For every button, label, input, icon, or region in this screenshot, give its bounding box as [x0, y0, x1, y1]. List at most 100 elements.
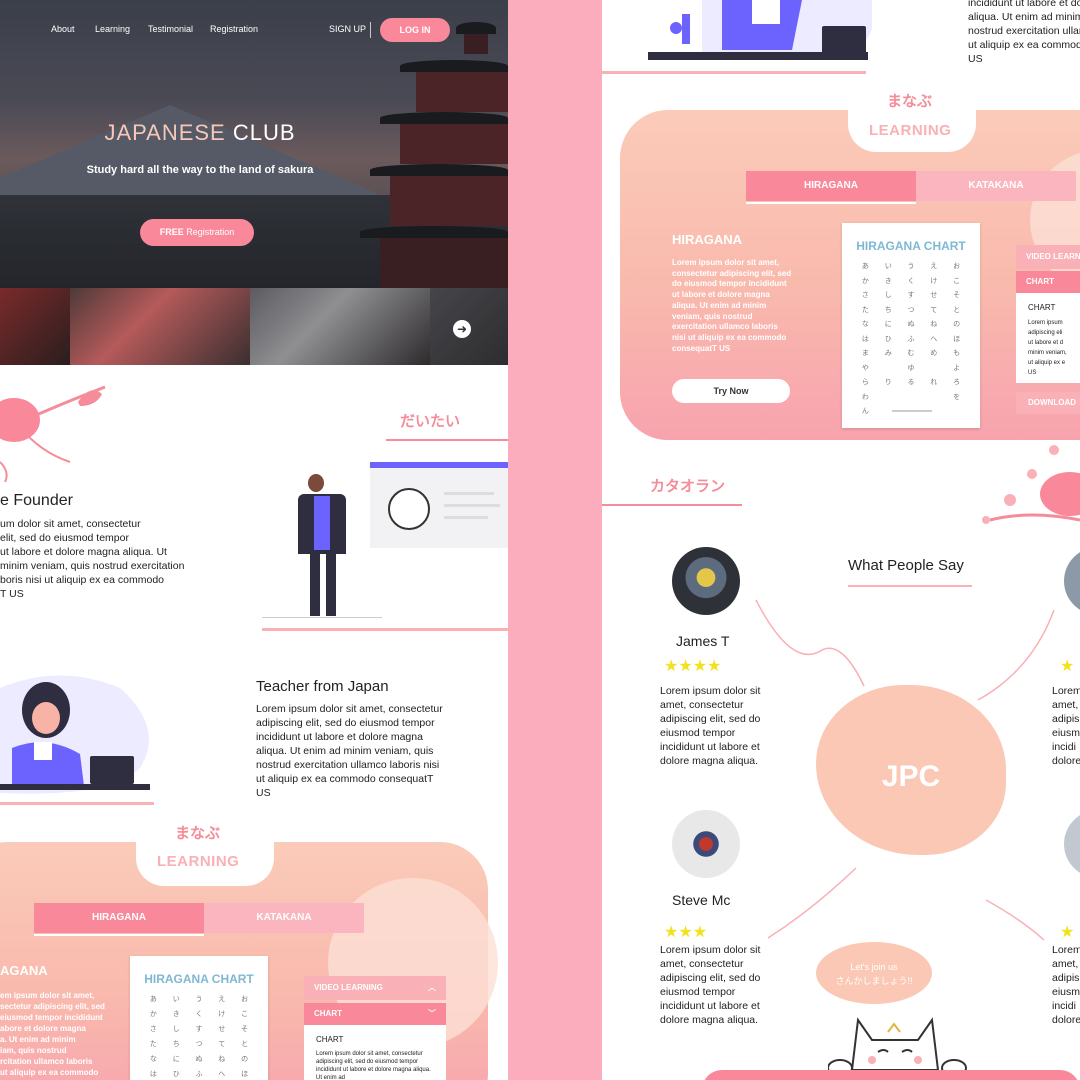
kana-cell: よ [953, 364, 961, 372]
kana-cell: し [172, 1026, 180, 1033]
hero-subtitle: Study hard all the way to the land of sa… [86, 164, 314, 176]
kana-cell: ひ [172, 1071, 180, 1078]
testimonial-kana-underline [602, 504, 742, 506]
accordion-video-learning[interactable]: VIDEO LEARNING ︿ [304, 976, 446, 1000]
testimonial-kana: カタオラン [650, 478, 726, 495]
kana-cell: す [907, 292, 915, 299]
download-button[interactable]: DOWNLOAD [1016, 392, 1080, 414]
tab-katakana[interactable]: KATAKANA [204, 903, 364, 933]
kana-cell: れ [930, 379, 938, 386]
left-hiragana-chart-card: HIRAGANA CHART あ い う え おか き く け こさ し す せ そた ち つ て とな に ぬ ね の… [130, 956, 268, 1080]
try-now-button[interactable]: Try Now [672, 379, 790, 403]
kana-cell [922, 363, 945, 373]
kana-cell [922, 392, 945, 402]
photo-festival-1 [0, 288, 70, 365]
kana-cell: え [930, 263, 938, 270]
nav-about[interactable]: About [51, 24, 75, 34]
sakura-branch-icon [982, 445, 1080, 524]
founder-title: e Founder [0, 492, 73, 509]
kana-cell: め [930, 350, 938, 357]
hero-title: JAPANESE CLUB [0, 120, 400, 146]
kana-cell: し [884, 292, 892, 299]
kana-cell: せ [218, 1026, 226, 1033]
kana-cell: る [907, 379, 915, 386]
nav-divider [370, 22, 371, 38]
teacher-illustration-top [648, 0, 872, 60]
kana-cell: む [907, 350, 915, 357]
kana-cell: に [172, 1056, 180, 1063]
kana-cell: て [930, 306, 938, 314]
kana-cell: と [953, 306, 961, 314]
hero-banner: About Learning Testimonial Registration … [0, 0, 508, 288]
star-icon: ★ [664, 658, 679, 675]
person-shirt [314, 496, 330, 550]
person-name-james: James T [676, 633, 730, 649]
kana-cell: ら [861, 379, 869, 386]
accordion-video-learning-right[interactable]: VIDEO LEARN [1016, 245, 1080, 269]
free-registration-button[interactable]: FREE Registration [140, 219, 254, 246]
photo-festival-2 [70, 288, 250, 365]
left-kana-grid: あ い う え おか き く け こさ し す せ そた ち つ て とな に ぬ ね のは ひ ふ へ ほ [142, 994, 256, 1079]
kana-cell: か [149, 1011, 157, 1018]
kana-cell: き [884, 277, 892, 285]
tab-hiragana-underline-right [746, 202, 916, 204]
learning-title-right: LEARNING [869, 122, 952, 139]
testimonial-text-james: Lorem ipsum dolor sit amet, consectetur … [660, 685, 761, 767]
testimonial-text-right-2: Lorem amet, adipis eiusm incidi dolore [1052, 944, 1080, 1026]
kana-cell [877, 392, 900, 402]
accordion-chart-body: CHART Lorem ipsum dolor sit amet, consec… [304, 1025, 446, 1080]
testimonial-text-steve: Lorem ipsum dolor sit amet, consectetur … [660, 944, 761, 1026]
next-arrow-icon[interactable]: ➜ [453, 320, 471, 338]
accordion-chart-right[interactable]: CHART [1016, 271, 1080, 293]
kana-cell: の [241, 1056, 249, 1063]
person-leg-left [310, 554, 320, 616]
kana-cell: こ [953, 277, 961, 285]
kana-cell: ゆ [907, 364, 915, 372]
kana-cell: ま [861, 350, 869, 357]
kana-cell: け [930, 277, 938, 285]
kana-grid: あ い う え おか き く け こさ し す せ そた ち つ て とな に ぬ ね のは ひ ふ へ ほま み む め もや ゆ よら り… [854, 261, 968, 416]
photo-street [250, 288, 430, 365]
signup-link[interactable]: SIGN UP [329, 24, 366, 34]
tab-katakana-right[interactable]: KATAKANA [916, 171, 1076, 201]
page-gap [508, 0, 602, 1080]
footer-band [702, 1070, 1080, 1080]
accordion-chart[interactable]: CHART ﹀ [304, 1003, 446, 1025]
join-bubble-text: Let's join us さんかしましょう!! [835, 962, 913, 986]
person-head [308, 474, 324, 492]
nav-learning[interactable]: Learning [95, 24, 130, 34]
accordion-chart-body-text: Lorem ipsum dolor sit amet, consectetur … [316, 1051, 431, 1080]
kana-cell: つ [907, 306, 915, 314]
kana-cell: ふ [195, 1071, 203, 1078]
teacher-illustration [0, 675, 150, 794]
accordion-chart-body-right: CHART Lorem ipsum adipiscing eli ut labo… [1016, 293, 1080, 383]
accordion-chart-body-title: CHART [316, 1035, 344, 1044]
accordion-chart-label: CHART [314, 1009, 342, 1018]
kana-cell: お [953, 263, 961, 270]
kana-cell: く [907, 277, 915, 285]
nav-testimonial[interactable]: Testimonial [148, 24, 193, 34]
kana-cell: ち [884, 306, 892, 314]
tab-hiragana-right[interactable]: HIRAGANA [746, 171, 916, 201]
sakura-branch-bird-icon [0, 385, 106, 482]
teacher-text: Lorem ipsum dolor sit amet, consectetur … [256, 703, 443, 799]
left-hiragana-heading: AGANA [0, 963, 48, 978]
hiragana-text: Lorem ipsum dolor sit amet, consectetur … [672, 258, 792, 353]
kana-cell: ぬ [195, 1056, 203, 1063]
kana-cell: ね [218, 1056, 226, 1063]
kana-cell: ん [861, 408, 869, 415]
kana-cell: を [953, 393, 961, 401]
tab-hiragana[interactable]: HIRAGANA [34, 903, 204, 933]
kana-cell: う [195, 996, 203, 1003]
right-page: incididunt ut labore et dolore magna ali… [602, 0, 1080, 1080]
login-button[interactable]: LOG IN [380, 18, 450, 42]
chevron-down-icon: ﹀ [428, 1009, 436, 1018]
learning-kana-right: まなぶ [887, 93, 933, 110]
kana-cell: へ [218, 1071, 226, 1078]
about-kana: だいたい [400, 413, 461, 430]
left-chart-title: HIRAGANA CHART [144, 972, 254, 986]
about-kana-underline [386, 439, 508, 441]
kana-cell: た [861, 306, 869, 314]
nav-registration[interactable]: Registration [210, 24, 258, 34]
kana-cell: ね [930, 321, 938, 328]
